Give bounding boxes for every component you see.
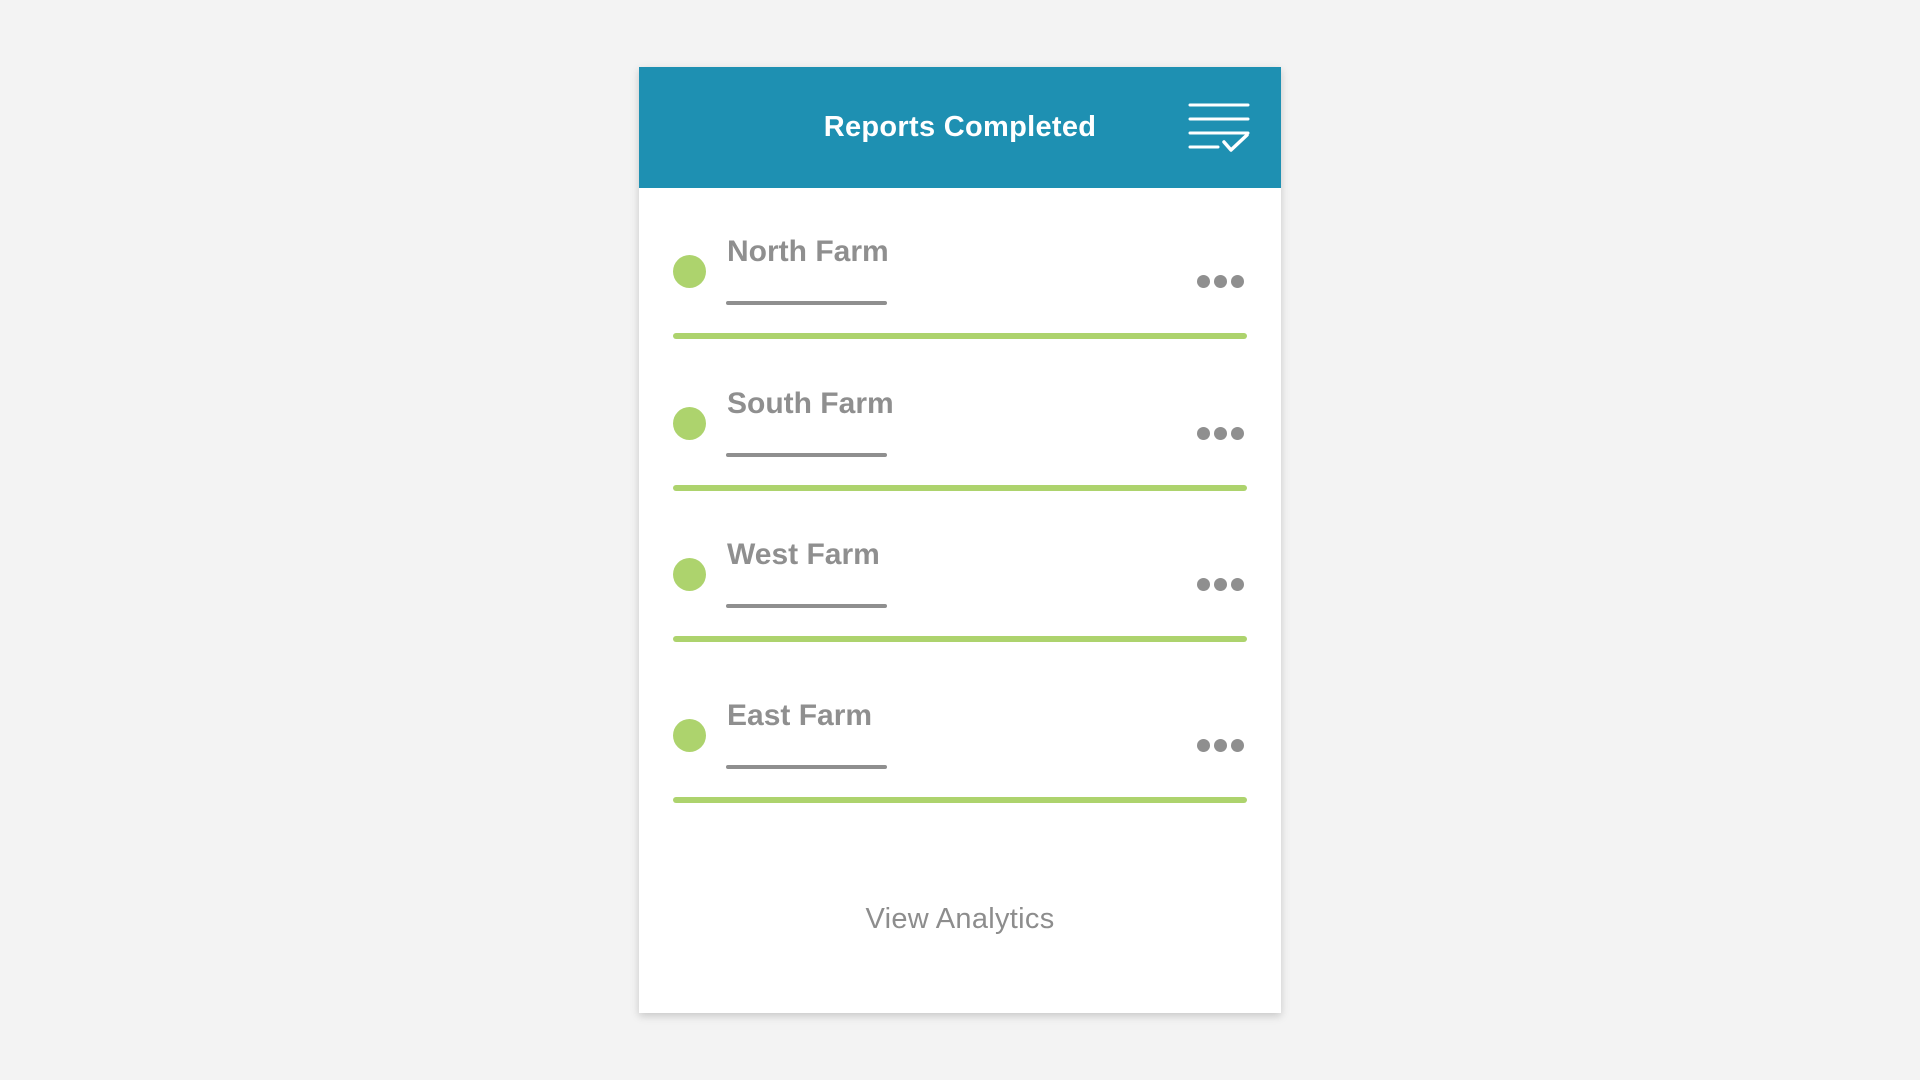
item-underline xyxy=(726,604,887,608)
list-item-label: West Farm xyxy=(727,538,880,571)
item-underline xyxy=(726,453,887,457)
status-dot-icon xyxy=(673,719,706,752)
item-underline xyxy=(726,301,887,305)
status-dot-icon xyxy=(673,255,706,288)
list-item-south-farm[interactable]: South Farm xyxy=(673,379,1247,491)
more-horizontal-icon[interactable] xyxy=(1197,275,1245,289)
status-dot-icon xyxy=(673,407,706,440)
list-item-label: East Farm xyxy=(727,699,873,732)
reports-card: Reports Completed North Farm South Farm xyxy=(639,67,1281,1013)
view-analytics-link[interactable]: View Analytics xyxy=(639,903,1281,936)
list-item-east-farm[interactable]: East Farm xyxy=(673,691,1247,803)
status-dot-icon xyxy=(673,558,706,591)
item-divider xyxy=(673,333,1247,339)
list-item-label: North Farm xyxy=(727,235,889,268)
list-item-label: South Farm xyxy=(727,387,894,420)
more-horizontal-icon[interactable] xyxy=(1197,427,1245,441)
item-divider xyxy=(673,485,1247,491)
item-underline xyxy=(726,765,887,769)
more-horizontal-icon[interactable] xyxy=(1197,578,1245,592)
header-title: Reports Completed xyxy=(823,111,1097,143)
item-divider xyxy=(673,636,1247,642)
list-check-icon[interactable] xyxy=(1188,102,1250,154)
more-horizontal-icon[interactable] xyxy=(1197,739,1245,753)
list-item-north-farm[interactable]: North Farm xyxy=(673,227,1247,339)
item-divider xyxy=(673,797,1247,803)
list-item-west-farm[interactable]: West Farm xyxy=(673,530,1247,642)
card-header: Reports Completed xyxy=(639,67,1281,188)
